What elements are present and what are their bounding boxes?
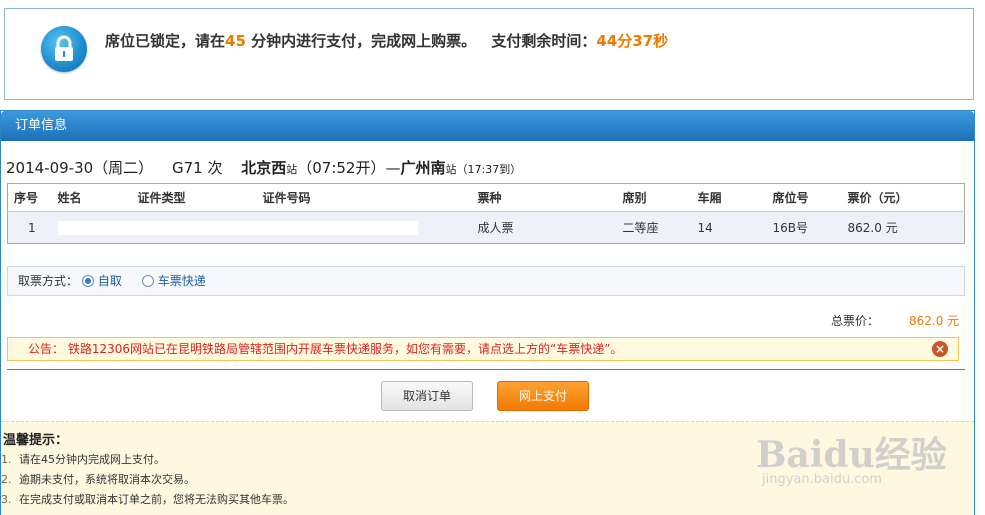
lock-banner: 席位已锁定，请在45 分钟内进行支付，完成网上购票。 支付剩余时间：44分37秒 xyxy=(4,8,974,100)
depart-time: （07:52开） xyxy=(297,159,386,177)
cell-seat-no: 16B号 xyxy=(766,211,842,244)
cancel-order-button[interactable]: 取消订单 xyxy=(381,381,473,411)
col-header: 席位号 xyxy=(766,183,842,212)
cell-masked-personal xyxy=(51,211,472,244)
notice-text: 公告： 铁路12306网站已在昆明铁路局管辖范围内开展车票快递服务，如您有需要，… xyxy=(28,342,623,356)
arrive-time: （17:37到） xyxy=(456,163,522,176)
table-row: 1 成人票 二等座 14 16B号 862.0 元 xyxy=(7,211,965,244)
divider xyxy=(7,369,965,370)
cell-seat-class: 二等座 xyxy=(616,211,692,244)
pay-online-button[interactable]: 网上支付 xyxy=(497,381,589,411)
trip-date: 2014-09-30（周二） xyxy=(6,159,154,177)
cell-price: 862.0 元 xyxy=(841,211,965,244)
list-item: 1. 请在45分钟内完成网上支付。 xyxy=(1,450,294,470)
cell-car: 14 xyxy=(691,211,767,244)
tips-title: 温馨提示： xyxy=(3,433,69,448)
list-number: 2. xyxy=(1,473,12,486)
table-header-row: 序号 姓名 证件类型 证件号码 票种 席别 车厢 席位号 票价（元） xyxy=(7,183,965,212)
tip-text: 在完成支付或取消本订单之前，您将无法购买其他车票。 xyxy=(19,493,294,506)
col-header: 车厢 xyxy=(691,183,767,212)
watermark-logo: Baidu经验 xyxy=(756,434,947,476)
train-number: G71 次 xyxy=(171,159,223,177)
trip-info: 2014-09-30（周二） G71 次 北京西站（07:52开）—广州南站（1… xyxy=(6,157,521,178)
radio-selected-icon[interactable] xyxy=(81,275,94,287)
masked-area xyxy=(57,220,418,235)
total-label: 总票价： xyxy=(831,314,880,328)
cell-ticket-type: 成人票 xyxy=(471,211,617,244)
to-station: 广州南 xyxy=(400,159,446,177)
tip-text: 逾期未支付，系统将取消本次交易。 xyxy=(19,473,195,486)
payment-minutes: 45 xyxy=(225,32,246,50)
remain-label: 支付剩余时间： xyxy=(491,32,597,50)
tip-text: 请在45分钟内完成网上支付。 xyxy=(19,453,165,466)
lock-message-prefix: 席位已锁定，请在 xyxy=(105,32,226,50)
watermark-url: jingyan.baidu.com xyxy=(762,472,882,487)
passenger-table: 序号 姓名 证件类型 证件号码 票种 席别 车厢 席位号 票价（元） 1 成人票… xyxy=(7,183,965,244)
col-header: 席别 xyxy=(616,183,692,212)
panel-title: 订单信息 xyxy=(1,111,974,141)
from-station-suffix: 站 xyxy=(286,163,298,176)
list-number: 1. xyxy=(1,453,12,466)
pickup-option-self[interactable]: 自取 xyxy=(81,274,122,288)
from-station: 北京西 xyxy=(241,159,287,177)
col-header: 证件类型 xyxy=(131,183,257,212)
tips-list: 1. 请在45分钟内完成网上支付。 2. 逾期未支付，系统将取消本次交易。 3. 在完… xyxy=(1,450,294,510)
notice-bar: 公告： 铁路12306网站已在昆明铁路局管辖范围内开展车票快递服务，如您有需要，… xyxy=(7,337,959,361)
pickup-option-express-label[interactable]: 车票快递 xyxy=(158,274,206,288)
lock-message-suffix: 分钟内进行支付，完成网上购票。 xyxy=(245,32,477,50)
pickup-option-express[interactable]: 车票快递 xyxy=(141,274,206,288)
lock-message: 席位已锁定，请在45 分钟内进行支付，完成网上购票。 支付剩余时间：44分37秒 xyxy=(105,30,668,51)
remain-time: 44分37秒 xyxy=(596,32,669,50)
col-header: 姓名 xyxy=(51,183,132,212)
trip-dash: — xyxy=(385,159,401,177)
col-header: 票种 xyxy=(471,183,617,212)
to-station-suffix: 站 xyxy=(445,163,457,176)
lock-icon xyxy=(41,26,87,72)
col-header: 证件号码 xyxy=(256,183,472,212)
col-header: 票价（元） xyxy=(841,183,965,212)
total-price: 总票价： 862.0 元 xyxy=(831,312,959,329)
list-item: 3. 在完成支付或取消本订单之前，您将无法购买其他车票。 xyxy=(1,490,294,510)
pickup-option-self-label[interactable]: 自取 xyxy=(98,274,122,288)
cell-no: 1 xyxy=(7,211,52,244)
close-icon[interactable]: × xyxy=(932,341,948,357)
pickup-label: 取票方式： xyxy=(18,274,79,288)
col-header: 序号 xyxy=(7,183,52,212)
radio-unselected-icon[interactable] xyxy=(141,275,154,287)
total-value: 862.0 元 xyxy=(909,314,960,328)
list-item: 2. 逾期未支付，系统将取消本次交易。 xyxy=(1,470,294,490)
list-number: 3. xyxy=(1,493,12,506)
pickup-method: 取票方式： 自取 车票快递 xyxy=(7,266,965,296)
watermark: Baidu经验 jingyan.baidu.com xyxy=(756,426,956,496)
